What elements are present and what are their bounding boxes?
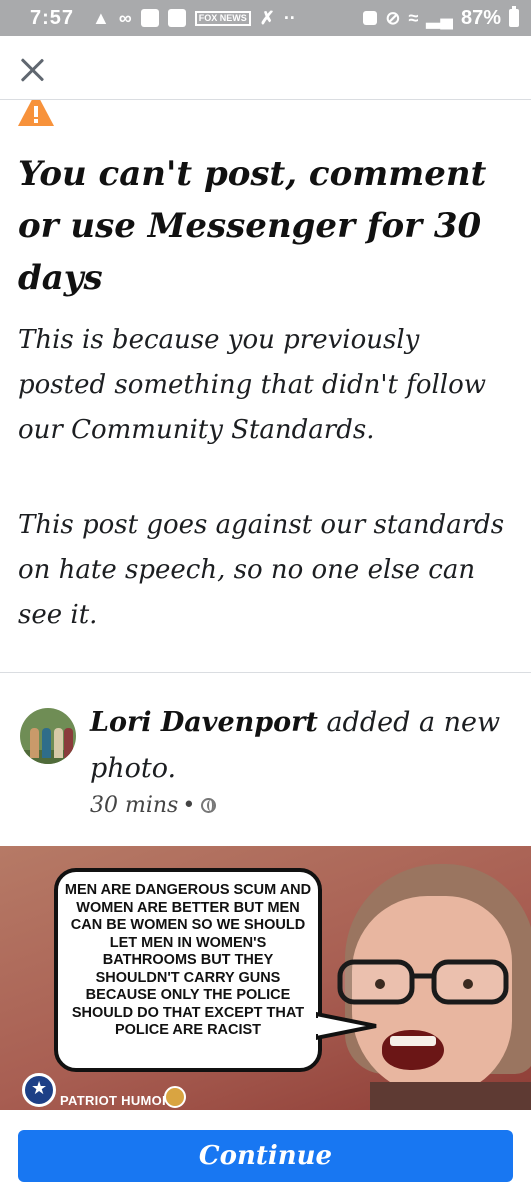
avatar[interactable] (20, 708, 76, 764)
mute-icon: ⊘ (385, 8, 401, 28)
more-icon: ·· (283, 8, 296, 28)
battery-level: 87% (460, 6, 501, 29)
wifi-icon: ≈ (408, 8, 419, 28)
post-meta: 30 mins • (90, 793, 217, 818)
hate-speech-notice: This post goes against our standards on … (18, 510, 505, 630)
gallery-icon (167, 9, 186, 27)
missed-call-icon: ✗ (259, 8, 275, 28)
app-icon (140, 9, 159, 27)
meme-shirt (370, 1082, 531, 1110)
post-image[interactable]: Men are dangerous scum and women are bet… (0, 846, 531, 1110)
speech-bubble-text: Men are dangerous scum and women are bet… (64, 882, 312, 1038)
post-header: Lori Davenport added a new photo. (90, 700, 510, 792)
status-time: 7:57 (30, 6, 75, 29)
post-time[interactable]: 30 mins (90, 793, 178, 818)
battery-icon (509, 6, 519, 27)
post-author[interactable]: Lori Davenport (90, 707, 318, 738)
signal-icon: ▂▄ (426, 8, 453, 28)
glasses-icon (337, 959, 509, 1005)
close-icon[interactable] (20, 58, 44, 82)
voicemail-icon: ∞ (118, 8, 132, 28)
fox-news-icon: FOX NEWS (194, 10, 251, 26)
system-icons: ⊘ ≈ ▂▄ 87% (363, 6, 519, 30)
globe-icon (201, 798, 217, 813)
top-bar (0, 36, 531, 100)
status-bar: 7:57 ▲ ∞ FOX NEWS ✗ ·· ⊘ ≈ ▂▄ 87% (0, 0, 531, 36)
brand-label: PATRIOT HUMOR (60, 1093, 172, 1108)
warning-icon (18, 100, 54, 126)
star-badge-icon (22, 1073, 56, 1107)
alert-icon: ▲ (92, 8, 110, 28)
notification-icons: ▲ ∞ FOX NEWS ✗ ·· (92, 9, 296, 27)
divider (0, 672, 531, 673)
restriction-heading: You can't post, comment or use Messenger… (18, 154, 487, 298)
mascot-icon (164, 1086, 186, 1108)
speech-bubble-tail (316, 1012, 377, 1041)
continue-button[interactable]: Continue (18, 1130, 513, 1182)
meta-separator: • (182, 793, 196, 818)
restriction-reason: This is because you previously posted so… (18, 325, 487, 445)
nfc-icon (363, 11, 378, 25)
meme-teeth (390, 1036, 436, 1046)
